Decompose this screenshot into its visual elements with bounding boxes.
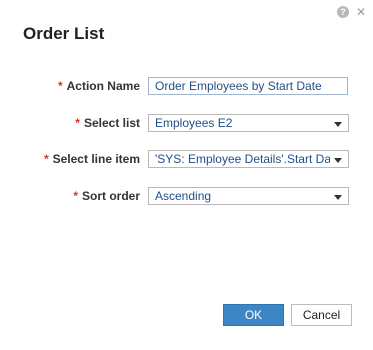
sort-order-row: * Sort order Ascending <box>0 187 373 207</box>
select-list-label: * Select list <box>75 116 140 130</box>
required-marker: * <box>75 116 80 130</box>
select-list-value: Employees E2 <box>155 116 233 130</box>
order-list-dialog: ? ✕ Order List * Action Name Order Employ… <box>0 0 373 350</box>
action-name-row: * Action Name Order Employees by Start Da… <box>0 77 373 97</box>
required-marker: * <box>73 189 78 203</box>
sort-order-label: * Sort order <box>73 189 140 203</box>
close-icon[interactable]: ✕ <box>355 6 367 18</box>
sort-order-dropdown[interactable]: Ascending <box>148 187 349 205</box>
sort-order-label-text: Sort order <box>81 189 140 203</box>
select-line-item-row: * Select line item 'SYS: Employee Details… <box>0 150 373 170</box>
select-list-row: * Select list Employees E2 <box>0 114 373 134</box>
select-list-dropdown[interactable]: Employees E2 <box>148 114 349 132</box>
required-marker: * <box>43 152 49 166</box>
dialog-title: Order List <box>23 24 105 43</box>
help-icon[interactable]: ? <box>337 6 349 18</box>
action-name-label-text: Action Name <box>66 79 140 93</box>
select-list-label-text: Select list <box>83 116 140 130</box>
chevron-down-icon <box>334 195 342 200</box>
action-name-input[interactable]: Order Employees by Start Date <box>148 77 348 95</box>
action-name-label: * Action Name <box>58 79 140 93</box>
dialog-header-icons: ? ✕ <box>337 6 367 18</box>
cancel-button[interactable]: Cancel <box>291 304 352 326</box>
sort-order-value: Ascending <box>155 189 212 203</box>
select-line-item-label-text: Select line item <box>52 152 140 166</box>
select-line-item-dropdown[interactable]: 'SYS: Employee Details'.Start Date <box>148 150 349 168</box>
select-line-item-label: * Select line item <box>44 152 140 166</box>
select-line-item-value: 'SYS: Employee Details'.Start Date <box>155 152 330 166</box>
required-marker: * <box>57 79 63 93</box>
chevron-down-icon <box>334 158 342 163</box>
ok-button[interactable]: OK <box>223 304 284 326</box>
chevron-down-icon <box>334 122 342 127</box>
